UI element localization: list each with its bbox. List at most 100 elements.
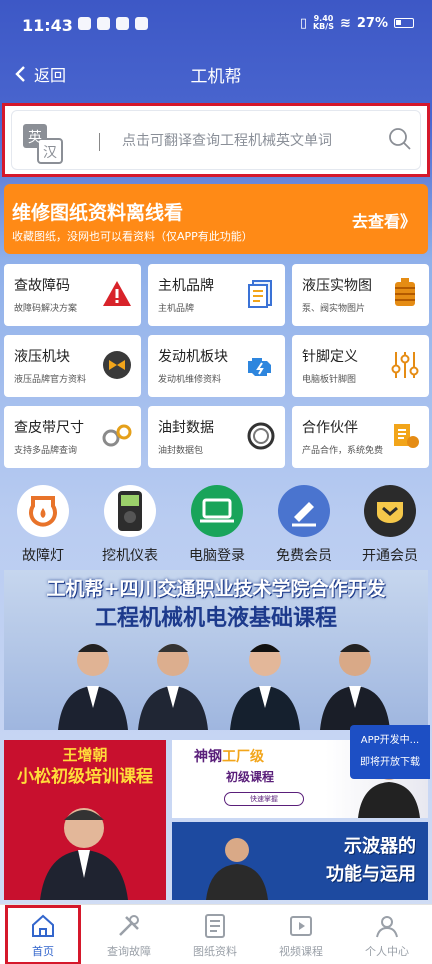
lecturer-photo [206, 838, 268, 900]
card-title: 发动机板块 [158, 349, 228, 365]
sliders-icon [391, 352, 419, 378]
lecturer-photo [230, 644, 300, 730]
card-fault-code[interactable]: 查故障码 故障码解决方案 [4, 264, 141, 326]
drawing-doc-icon [205, 914, 225, 938]
translate-icon-en: 英 [28, 129, 42, 146]
card-title: 油封数据 [158, 420, 214, 436]
fault-light-button[interactable]: 故障灯 [0, 484, 86, 565]
card-oil-seal[interactable]: 油封数据 油封数据包 [148, 406, 285, 468]
card-engine-block[interactable]: 发动机板块 发动机维修资料 [148, 335, 285, 397]
circle-label: 电脑登录 [189, 548, 245, 564]
mail-icon [135, 17, 148, 30]
translate-icon: 英 汉 [23, 124, 63, 164]
video-icon [290, 916, 312, 936]
nav-bar: 返回 工机帮 [0, 48, 432, 100]
battery-icon [394, 18, 414, 28]
card-host-brand[interactable]: 主机品牌 主机品牌 [148, 264, 285, 326]
valve-icon [103, 351, 131, 379]
card-title: 针脚定义 [302, 349, 358, 365]
card-subtitle: 发动机维修资料 [158, 375, 222, 385]
open-membership-button[interactable]: 开通会员 [347, 484, 432, 565]
komatsu-course-card[interactable]: 王增朝 小松初级培训课程 [4, 740, 166, 900]
card-title: 液压实物图 [302, 278, 372, 294]
tab-drawings[interactable]: 图纸资料 [172, 905, 258, 964]
card-subtitle: 故障码解决方案 [14, 304, 78, 314]
oscilloscope-course-card[interactable]: 示波器的 功能与运用 [172, 822, 428, 900]
tab-label: 个人中心 [365, 945, 409, 958]
quick-entry-row: 故障灯 挖机仪表 电脑登录 免费会员 开通会员 [0, 484, 432, 564]
search-icon[interactable] [388, 127, 412, 151]
active-tab-highlight [5, 905, 81, 964]
card-partners[interactable]: 合作伙伴 产品合作，系统免费 [292, 406, 429, 468]
course-banner-line2: 工程机械机电液基础课程 [94, 606, 337, 631]
status-bar: 11:43 ▯ 9.40 KB/S ≋ 27% [0, 0, 432, 48]
status-right: ▯ 9.40 KB/S ≋ 27% [300, 15, 414, 31]
course-level: 工厂级 [222, 749, 264, 765]
card-title: 查皮带尺寸 [14, 420, 84, 436]
course-title: 小松初级培训课程 [17, 767, 153, 787]
wifi-icon: ≋ [339, 15, 351, 31]
handshake-icon [394, 424, 419, 448]
search-placeholder: 点击可翻译查询工程机械英文单词 [122, 133, 332, 149]
computer-login-button[interactable]: 电脑登录 [174, 484, 260, 565]
circle-label: 免费会员 [276, 548, 332, 564]
search-highlight: 英 汉 点击可翻译查询工程机械英文单词 [2, 103, 430, 177]
card-subtitle: 泵、阀实物图片 [302, 304, 366, 314]
notification-bell-icon [78, 17, 91, 30]
hydraulic-pump-icon [395, 278, 415, 306]
crown-icon [364, 485, 416, 537]
translate-search-input[interactable]: 英 汉 点击可翻译查询工程机械英文单词 [11, 110, 421, 170]
card-subtitle: 电脑板针脚图 [302, 375, 357, 385]
notice-line1: APP开发中... [360, 735, 420, 746]
user-icon [376, 916, 398, 938]
course-subtitle: 初级课程 [226, 770, 275, 784]
warning-icon [103, 281, 131, 306]
course-pill: 快速掌握 [224, 792, 304, 806]
course-banner-line1: 工机帮+四川交通职业技术学院合作开发 [46, 578, 386, 600]
circle-label: 故障灯 [22, 548, 64, 564]
battery-percent: 27% [356, 15, 388, 31]
card-title: 合作伙伴 [302, 420, 358, 436]
net-speed-unit: KB/S [312, 22, 334, 31]
lecturer-photo [138, 644, 208, 730]
free-membership-button[interactable]: 免费会员 [261, 484, 347, 565]
card-title: 查故障码 [14, 278, 70, 294]
document-icon [248, 280, 272, 308]
card-pin-definition[interactable]: 针脚定义 电脑板针脚图 [292, 335, 429, 397]
page-title: 工机帮 [190, 67, 242, 87]
network-speed: 9.40 KB/S [313, 15, 334, 31]
course-brand-level: 神钢工厂级 [194, 746, 264, 766]
tiktok-icon [116, 17, 129, 30]
card-title: 主机品牌 [158, 278, 214, 294]
tab-personal-center[interactable]: 个人中心 [344, 905, 430, 964]
tools-icon [119, 915, 139, 936]
offline-drawings-banner[interactable]: 维修图纸资料离线看 收藏图纸，没网也可以看资料（仅APP有此功能） 去查看》 [4, 184, 428, 254]
app-dev-notice[interactable]: APP开发中... 即将开放下载 [350, 725, 430, 779]
tab-fault-query[interactable]: 查询故障 [86, 905, 172, 964]
tab-label: 图纸资料 [193, 945, 237, 958]
status-time: 11:43 [22, 16, 73, 35]
translate-icon-zh: 汉 [43, 145, 57, 161]
card-title: 液压机块 [14, 349, 70, 365]
course-title-line1: 示波器的 [344, 836, 416, 857]
notification-icons [78, 17, 148, 30]
tab-label: 查询故障 [107, 945, 151, 958]
card-hydraulic-photos[interactable]: 液压实物图 泵、阀实物图片 [292, 264, 429, 326]
card-subtitle: 支持多品牌查询 [14, 446, 78, 456]
oil-drop-icon [17, 485, 69, 537]
excavator-meter-button[interactable]: 挖机仪表 [87, 484, 173, 565]
card-hydraulic-block[interactable]: 液压机块 液压品牌官方资料 [4, 335, 141, 397]
tab-label: 视频课程 [279, 945, 323, 958]
card-subtitle: 主机品牌 [158, 304, 195, 314]
card-belt-size[interactable]: 查皮带尺寸 支持多品牌查询 [4, 406, 141, 468]
lecturer-photo [320, 644, 390, 730]
tab-video-courses[interactable]: 视频课程 [258, 905, 344, 964]
notice-line2: 即将开放下载 [360, 757, 420, 768]
course-title-line2: 功能与运用 [326, 864, 416, 885]
bottom-tab-bar: 首页 查询故障 图纸资料 视频课程 个人中心 [0, 904, 432, 964]
meter-device-icon [104, 485, 156, 537]
course-banner[interactable]: 工机帮+四川交通职业技术学院合作开发 工程机械机电液基础课程 [4, 570, 428, 730]
banner-title: 维修图纸资料离线看 [12, 202, 184, 224]
banner-cta[interactable]: 去查看》 [352, 208, 416, 232]
search-separator [99, 133, 100, 151]
